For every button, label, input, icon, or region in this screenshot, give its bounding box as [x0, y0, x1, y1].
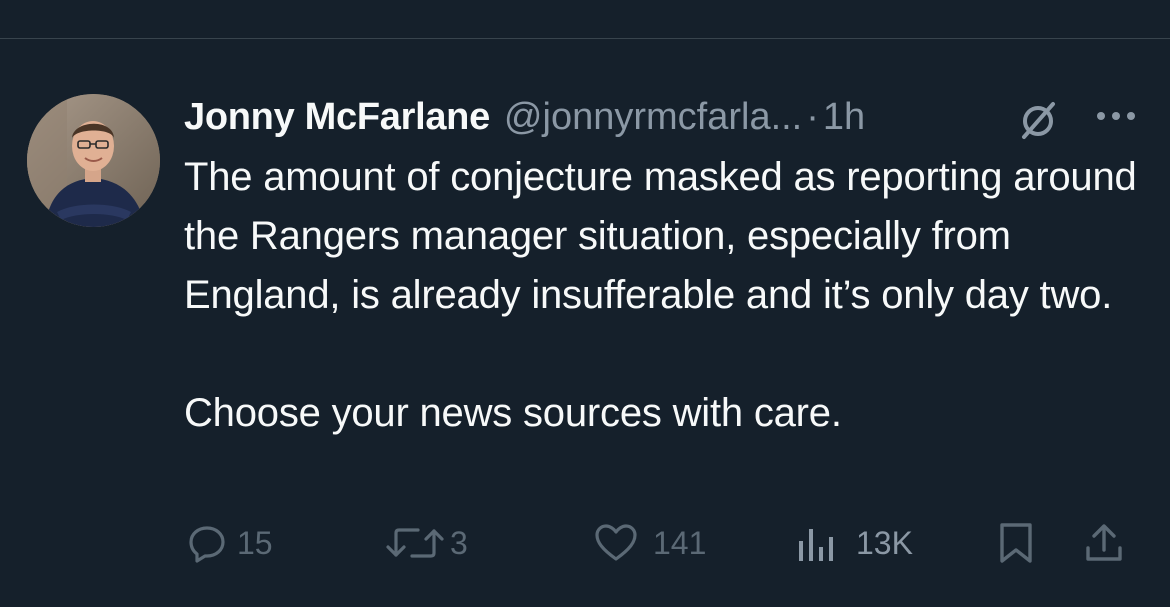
retweet-button[interactable]: 3 — [384, 518, 468, 568]
tweet-text: The amount of conjecture masked as repor… — [184, 148, 1144, 443]
views-icon — [796, 523, 838, 563]
like-button[interactable]: 141 — [593, 518, 706, 568]
more-icon[interactable] — [1094, 102, 1140, 130]
top-divider — [0, 38, 1170, 39]
tweet-paragraph: The amount of conjecture masked as repor… — [184, 155, 1137, 317]
reply-icon — [187, 523, 227, 563]
views-button[interactable]: 13K — [796, 518, 913, 568]
tweet-actions: 15 3 141 13K — [0, 518, 1170, 568]
tweet-paragraph: Choose your news sources with care. — [184, 391, 842, 435]
reply-button[interactable]: 15 — [187, 518, 273, 568]
share-button[interactable] — [1084, 518, 1124, 568]
avatar[interactable] — [27, 94, 160, 227]
views-count: 13K — [856, 524, 913, 561]
retweet-count: 3 — [450, 524, 468, 561]
like-count: 141 — [653, 524, 707, 561]
share-icon — [1084, 522, 1124, 564]
like-icon — [593, 523, 639, 563]
author-display-name[interactable]: Jonny McFarlane — [184, 96, 490, 139]
bookmark-icon — [998, 522, 1034, 564]
slash-circle-icon[interactable] — [1015, 97, 1061, 143]
separator-dot: · — [806, 95, 819, 138]
tweet-timestamp[interactable]: 1h — [823, 96, 865, 139]
bookmark-button[interactable] — [998, 518, 1034, 568]
reply-count: 15 — [237, 524, 273, 561]
retweet-icon — [384, 523, 446, 563]
tweet-header: Jonny McFarlane @jonnyrmcfarla... · 1h — [184, 92, 865, 142]
author-handle[interactable]: @jonnyrmcfarla... — [504, 96, 802, 139]
